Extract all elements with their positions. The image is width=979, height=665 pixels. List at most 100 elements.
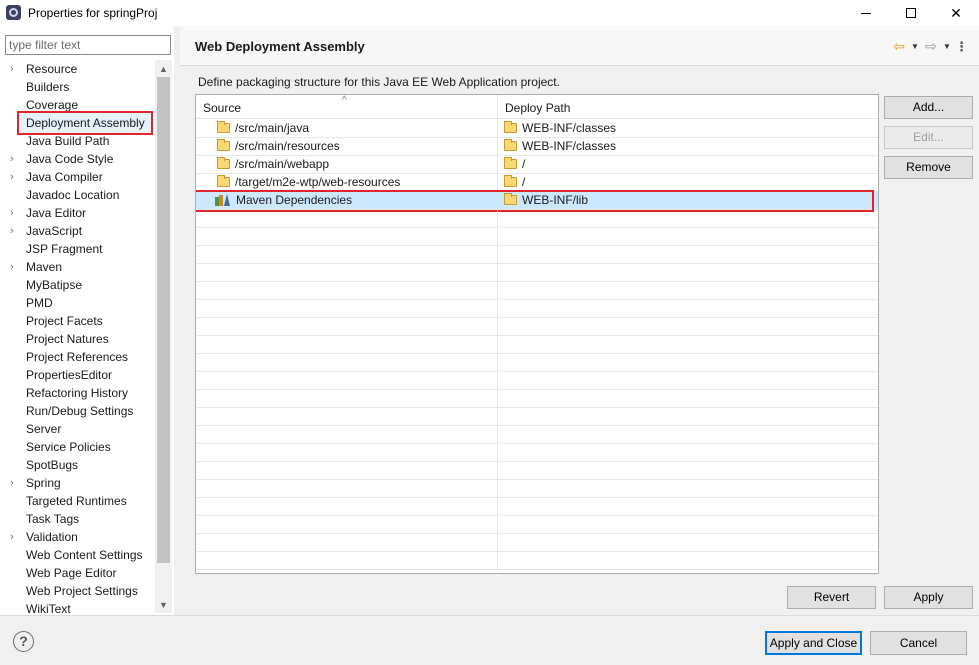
back-dropdown-icon[interactable]: ▼ [909, 42, 921, 51]
table-row[interactable]: /src/main/webapp / [196, 156, 878, 174]
tree-item[interactable]: › Java Code Style [0, 150, 155, 168]
expand-chevron-icon[interactable]: › [10, 258, 20, 276]
column-header-source[interactable]: Source ^ [196, 95, 498, 119]
tree-item[interactable]: Server [0, 420, 155, 438]
add-button[interactable]: Add... [884, 96, 973, 119]
expand-chevron-icon[interactable]: › [10, 474, 20, 492]
folder-icon [217, 175, 230, 187]
close-button[interactable]: ✕ [933, 0, 979, 26]
tree-scrollbar[interactable]: ▲ ▼ [155, 60, 172, 613]
column-header-deploy-path[interactable]: Deploy Path [498, 95, 878, 119]
tree-item[interactable]: PMD [0, 294, 155, 312]
tree-item[interactable]: Service Policies [0, 438, 155, 456]
expand-chevron-icon[interactable]: › [10, 150, 20, 168]
remove-button[interactable]: Remove [884, 156, 973, 179]
deploy-path-text: WEB-INF/lib [522, 193, 588, 207]
tree-item[interactable]: Javadoc Location [0, 186, 155, 204]
deploy-path-cell: / [498, 156, 878, 174]
tree-item[interactable]: › Java Editor [0, 204, 155, 222]
source-cell [196, 336, 498, 354]
expand-chevron-icon[interactable]: › [10, 528, 20, 546]
maximize-button[interactable] [888, 0, 934, 26]
table-row [196, 426, 878, 444]
deploy-path-cell: WEB-INF/classes [498, 120, 878, 138]
apply-and-close-button[interactable]: Apply and Close [765, 631, 862, 655]
deploy-path-text: / [522, 175, 526, 189]
tree-item[interactable]: Refactoring History [0, 384, 155, 402]
tree-item[interactable]: Web Page Editor [0, 564, 155, 582]
tree-item[interactable]: MyBatipse [0, 276, 155, 294]
tree-item-label: Project Facets [26, 314, 103, 328]
deploy-path-cell [498, 390, 878, 408]
revert-button[interactable]: Revert [787, 586, 876, 609]
folder-icon [217, 139, 230, 151]
tree-item[interactable]: Project References [0, 348, 155, 366]
table-row [196, 372, 878, 390]
scroll-up-icon[interactable]: ▲ [155, 60, 172, 77]
forward-dropdown-icon[interactable]: ▼ [941, 42, 953, 51]
tree-item[interactable]: › JavaScript [0, 222, 155, 240]
deploy-path-cell [498, 534, 878, 552]
table-row [196, 462, 878, 480]
tree-item-label: Resource [26, 62, 78, 76]
tree-item[interactable]: Deployment Assembly [0, 111, 155, 135]
deploy-path-text: / [522, 157, 526, 171]
table-row[interactable]: Maven Dependencies WEB-INF/lib [196, 190, 878, 212]
deploy-path-cell: WEB-INF/lib [498, 192, 878, 210]
tree-item-label: Project References [26, 350, 129, 364]
tree-item[interactable]: JSP Fragment [0, 240, 155, 258]
library-icon [215, 194, 230, 206]
edit-button[interactable]: Edit... [884, 126, 973, 149]
tree-item-label: Java Compiler [26, 170, 103, 184]
source-cell [196, 264, 498, 282]
tree-item[interactable]: Run/Debug Settings [0, 402, 155, 420]
table-row [196, 354, 878, 372]
expand-chevron-icon[interactable]: › [10, 222, 20, 240]
tree-item[interactable]: Web Project Settings [0, 582, 155, 600]
source-cell [196, 210, 498, 228]
tree-item[interactable]: Project Natures [0, 330, 155, 348]
tree-item[interactable]: PropertiesEditor [0, 366, 155, 384]
expand-chevron-icon[interactable]: › [10, 204, 20, 222]
deploy-path-cell [498, 408, 878, 426]
tree-item[interactable]: Project Facets [0, 312, 155, 330]
tree-item[interactable]: › Resource [0, 60, 155, 78]
table-row [196, 408, 878, 426]
tree-item[interactable]: › Validation [0, 528, 155, 546]
view-menu-icon[interactable]: ⋮ [955, 39, 968, 55]
tree-item-label: Server [26, 422, 62, 436]
deploy-path-cell [498, 480, 878, 498]
tree-item-label: JavaScript [26, 224, 83, 238]
source-cell [196, 498, 498, 516]
deploy-path-text: WEB-INF/classes [522, 121, 617, 135]
scroll-thumb[interactable] [157, 77, 170, 563]
back-arrow-icon[interactable]: ⇦ [891, 38, 907, 55]
expand-chevron-icon[interactable]: › [10, 168, 20, 186]
scroll-down-icon[interactable]: ▼ [155, 596, 172, 613]
tree-item[interactable]: › Maven [0, 258, 155, 276]
table-row[interactable]: /src/main/resources WEB-INF/classes [196, 138, 878, 156]
cancel-button[interactable]: Cancel [870, 631, 967, 655]
deploy-path-cell [498, 264, 878, 282]
expand-chevron-icon[interactable]: › [10, 60, 20, 78]
tree-item[interactable]: › Spring [0, 474, 155, 492]
tree-item[interactable]: Targeted Runtimes [0, 492, 155, 510]
tree-item[interactable]: Java Build Path [0, 132, 155, 150]
tree-item[interactable]: Task Tags [0, 510, 155, 528]
deploy-path-cell [498, 336, 878, 354]
table-row[interactable]: /src/main/java WEB-INF/classes [196, 120, 878, 138]
minimize-button[interactable] [843, 0, 889, 26]
tree-item[interactable]: Builders [0, 78, 155, 96]
forward-arrow-icon[interactable]: ⇨ [923, 38, 939, 55]
source-text: /src/main/webapp [235, 157, 330, 171]
tree-item-label: Coverage [26, 98, 79, 112]
help-icon[interactable]: ? [13, 631, 34, 652]
tree-item[interactable]: SpotBugs [0, 456, 155, 474]
filter-input[interactable] [5, 35, 171, 55]
tree-item[interactable]: Web Content Settings [0, 546, 155, 564]
apply-button[interactable]: Apply [884, 586, 973, 609]
tree-item-label: Web Page Editor [26, 566, 117, 580]
tree-item[interactable]: › Java Compiler [0, 168, 155, 186]
source-cell [196, 534, 498, 552]
table-row[interactable]: /target/m2e-wtp/web-resources / [196, 174, 878, 192]
